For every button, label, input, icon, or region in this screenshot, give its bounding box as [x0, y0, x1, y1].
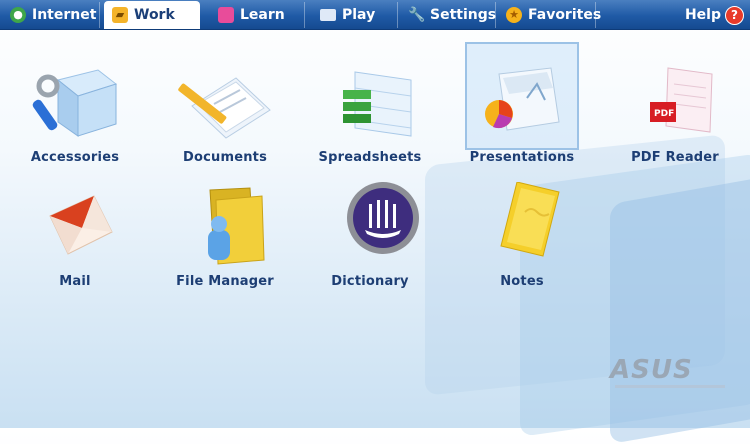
tab-internet[interactable]: ● Internet [2, 2, 100, 28]
app-label: File Manager [176, 274, 274, 289]
tab-play[interactable]: Play [312, 2, 398, 28]
file-manager-icon [170, 182, 280, 272]
accessories-icon [20, 58, 130, 148]
notes-icon [467, 181, 577, 272]
tab-label: Settings [430, 7, 497, 23]
briefcase-icon: ▰ [112, 7, 128, 23]
app-label: Documents [182, 150, 268, 165]
app-label: Accessories [30, 150, 120, 165]
app-presentations[interactable]: Presentations [452, 42, 592, 165]
app-pdf-reader[interactable]: PDF PDF Reader [605, 58, 745, 165]
star-icon: ★ [506, 7, 522, 23]
tab-label: Play [342, 7, 376, 23]
book-icon [218, 7, 234, 23]
monitor-icon [320, 9, 336, 21]
app-documents[interactable]: Documents [155, 58, 295, 165]
tab-label: Learn [240, 7, 285, 23]
tab-settings[interactable]: 🔧 Settings [400, 2, 496, 28]
app-label: Presentations [469, 150, 575, 165]
brand-tagline-bar [615, 385, 725, 388]
spreadsheets-icon [315, 58, 425, 148]
brand-logo: ASUS [610, 355, 693, 385]
help-label: Help [684, 7, 721, 23]
tab-label: Internet [32, 7, 97, 23]
dictionary-icon [315, 182, 425, 272]
documents-icon [170, 58, 280, 148]
app-label: Spreadsheets [318, 150, 422, 165]
pdf-reader-icon: PDF [620, 58, 730, 148]
app-accessories[interactable]: Accessories [5, 58, 145, 165]
presentations-icon [465, 42, 579, 150]
tab-favorites[interactable]: ★ Favorites [498, 2, 601, 28]
tab-label: Favorites [528, 7, 602, 23]
app-notes[interactable]: Notes [452, 181, 592, 289]
help-button[interactable]: Help ? [685, 3, 744, 27]
tab-label: Work [134, 7, 175, 23]
app-mail[interactable]: Mail [5, 182, 145, 289]
app-label: Dictionary [331, 274, 409, 289]
background-folder-shape [610, 175, 750, 444]
tab-learn[interactable]: Learn [210, 2, 305, 28]
wrench-icon: 🔧 [408, 7, 426, 23]
app-dictionary[interactable]: Dictionary [300, 182, 440, 289]
globe-icon: ● [10, 7, 26, 23]
help-icon: ? [725, 5, 744, 25]
app-label: PDF Reader [631, 150, 719, 165]
app-label: Notes [500, 274, 544, 289]
app-spreadsheets[interactable]: Spreadsheets [300, 58, 440, 165]
top-tab-bar: ● Internet ▰ Work Learn Play 🔧 Settings … [0, 0, 750, 30]
app-file-manager[interactable]: File Manager [155, 182, 295, 289]
app-label: Mail [59, 274, 91, 289]
svg-text:PDF: PDF [654, 109, 674, 119]
mail-icon [20, 182, 130, 272]
tab-work[interactable]: ▰ Work [104, 1, 200, 29]
